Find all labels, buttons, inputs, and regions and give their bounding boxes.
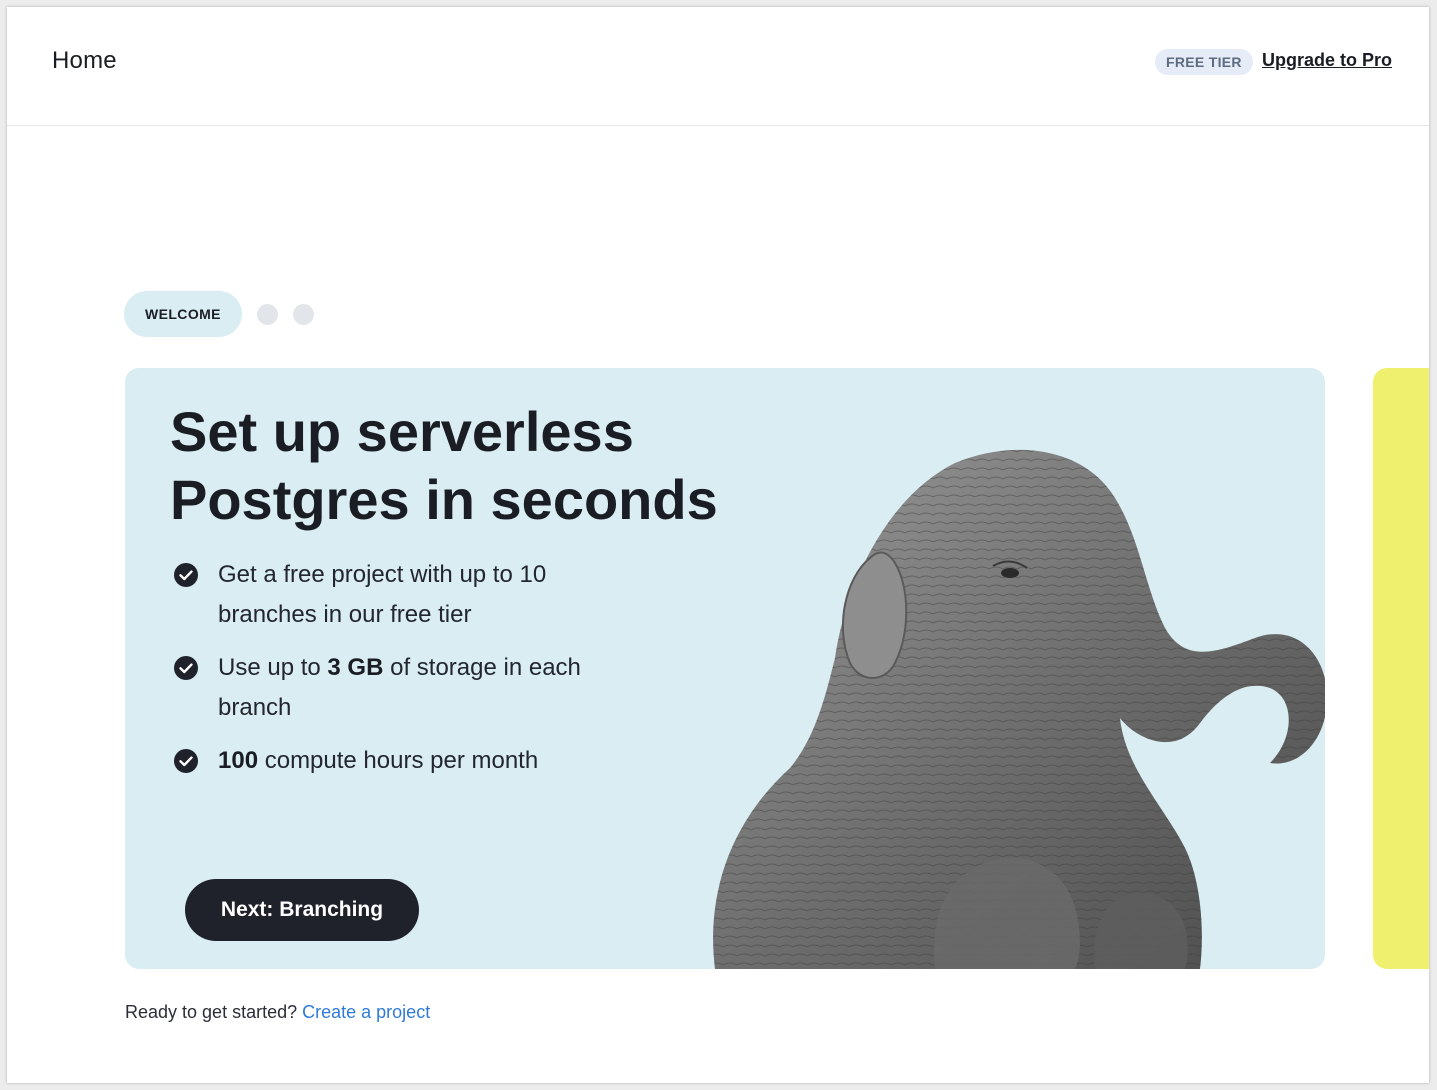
step-dot-2[interactable] [256, 303, 278, 325]
feature-item-storage: Use up to 3 GB of storage in each branch [173, 648, 643, 728]
next-branching-button[interactable]: Next: Branching [185, 879, 419, 941]
page-title: Home [52, 47, 117, 74]
top-header: Home FREE TIER Upgrade to Pro [7, 7, 1429, 126]
feature-item-compute: 100 compute hours per month [173, 741, 643, 781]
feature-text-pre: Use up to [218, 654, 328, 681]
upgrade-to-pro-link[interactable]: Upgrade to Pro [1262, 50, 1392, 71]
feature-text-post: compute hours per month [258, 747, 539, 774]
check-circle-icon [174, 749, 198, 773]
feature-text: Get a free project with up to 10 branche… [218, 561, 547, 628]
welcome-card: Set up serverless Postgres in seconds Ge… [125, 368, 1325, 969]
create-project-link[interactable]: Create a project [302, 1002, 430, 1022]
footer-prompt: Ready to get started? Create a project [125, 1002, 430, 1023]
check-circle-icon [174, 563, 198, 587]
elephant-illustration [713, 449, 1325, 969]
feature-text-bold: 3 GB [327, 654, 384, 681]
step-dot-3[interactable] [292, 303, 314, 325]
free-tier-badge: FREE TIER [1155, 49, 1253, 75]
feature-list: Get a free project with up to 10 branche… [173, 555, 643, 794]
next-slide-card-peek[interactable] [1373, 368, 1429, 969]
footer-prompt-text: Ready to get started? [125, 1002, 298, 1022]
check-circle-icon [174, 656, 198, 680]
step-welcome[interactable]: WELCOME [124, 291, 242, 337]
feature-text-bold: 100 [218, 747, 259, 774]
app-window: Home FREE TIER Upgrade to Pro WELCOME Se… [7, 7, 1429, 1083]
onboarding-stepper: WELCOME [124, 291, 314, 337]
feature-item-free-project: Get a free project with up to 10 branche… [173, 555, 643, 635]
